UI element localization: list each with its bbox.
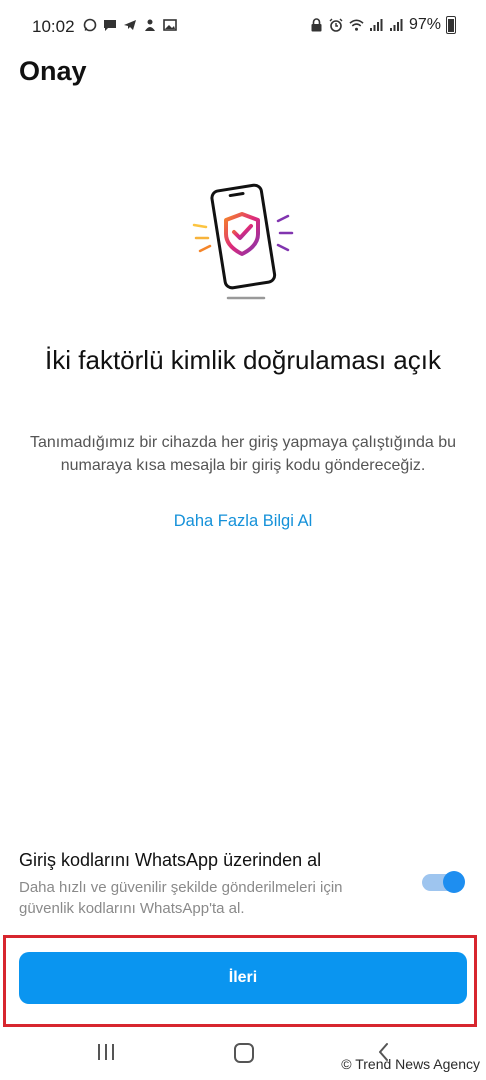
next-button[interactable]: İleri [19, 952, 467, 1004]
signal-icon [369, 18, 384, 33]
signal-icon [389, 18, 404, 33]
alarm-icon [329, 18, 344, 33]
telegram-icon [122, 17, 137, 32]
notification-icon [142, 17, 157, 32]
home-icon[interactable] [234, 1043, 254, 1063]
learn-more-link[interactable]: Daha Fazla Bilgi Al [0, 512, 486, 531]
phone-shield-illustration [190, 180, 300, 305]
recent-apps-icon[interactable] [98, 1044, 114, 1060]
wifi-icon [349, 18, 364, 33]
gallery-icon [162, 17, 177, 32]
toggle-thumb [443, 871, 465, 893]
whatsapp-option-title: Giriş kodlarını WhatsApp üzerinden al [19, 850, 322, 870]
system-icons: 97% [309, 16, 456, 34]
whatsapp-toggle[interactable] [420, 870, 466, 894]
lock-icon [309, 18, 324, 33]
battery-icon [446, 16, 456, 34]
whatsapp-option-description: Daha hızlı ve güvenilir şekilde gönderil… [19, 879, 343, 917]
status-bar: 10:02 97% [0, 0, 486, 52]
watermark: © Trend News Agency [341, 1056, 480, 1072]
whatsapp-icon [82, 17, 97, 32]
headline: İki faktörlü kimlik doğrulaması açık [45, 345, 441, 375]
message-icon [102, 17, 117, 32]
notification-icons [82, 17, 177, 32]
status-time: 10:02 [32, 17, 75, 36]
page-title: Onay [19, 56, 87, 86]
battery-percent: 97% [408, 16, 441, 33]
description: Tanımadığımız bir cihazda her giriş yapm… [30, 434, 456, 474]
